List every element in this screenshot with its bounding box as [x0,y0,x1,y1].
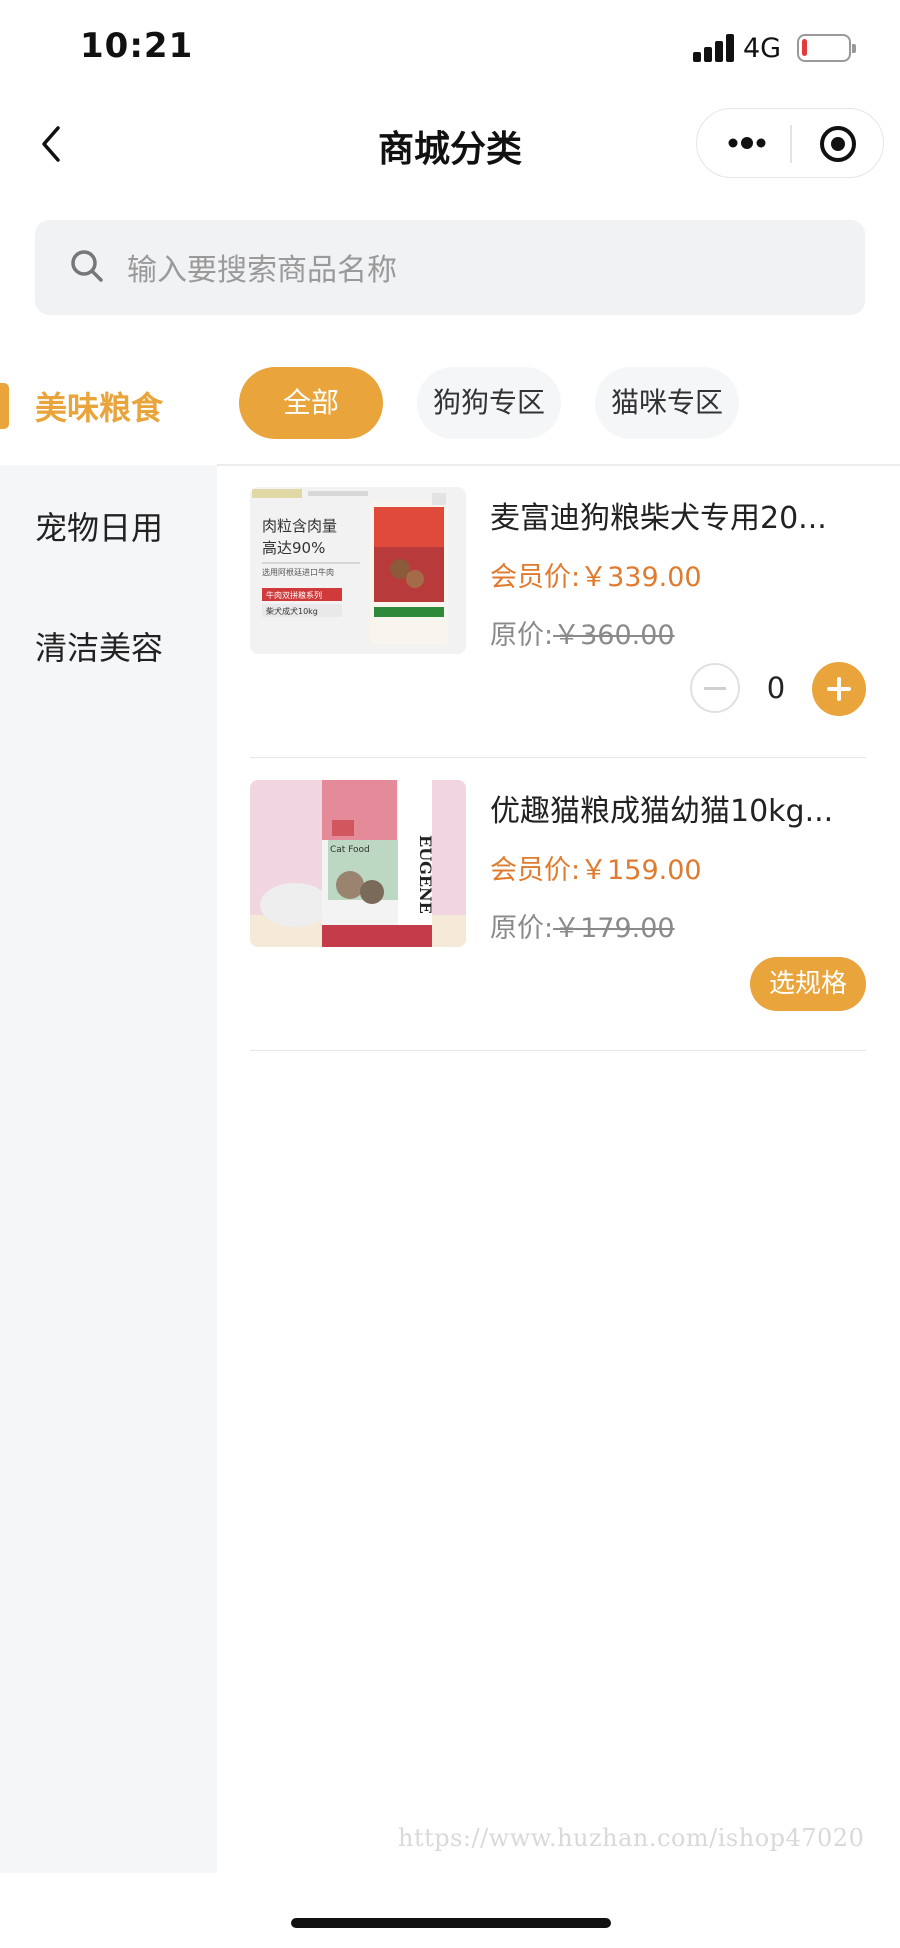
quantity-stepper: 0 [690,662,866,716]
product-image[interactable]: 肉粒含肉量 高达90% 选用阿根廷进口牛肉 牛肉双拼粮系列 柴犬成犬10kg [250,487,466,654]
capsule-divider [790,125,792,163]
member-price: 会员价:￥159.00 [490,848,702,887]
nav-bar: 商城分类 [0,100,900,190]
active-indicator [0,383,9,429]
member-price: 会员价:￥339.00 [490,555,702,594]
search-icon [67,246,107,286]
image-text-line1: 肉粒含肉量 [262,517,337,535]
sidebar-item-label: 美味粮食 [35,389,164,427]
home-indicator[interactable] [291,1918,611,1928]
sidebar-item-daily[interactable]: 宠物日用 [0,465,217,585]
sidebar-item-grooming[interactable]: 清洁美容 [0,585,217,705]
original-price-label: 原价: [490,913,554,944]
tab-dog[interactable]: 狗狗专区 [417,367,561,439]
original-price-label: 原价: [490,620,554,651]
search-placeholder: 输入要搜索商品名称 [127,253,397,288]
original-price-value: ￥179.00 [553,913,675,944]
image-tag2: 柴犬成犬10kg [266,606,318,616]
signal-icon [693,34,735,62]
member-price-label: 会员价: [490,855,581,886]
quantity-value: 0 [766,671,786,705]
category-sidebar: 美味粮食 宠物日用 清洁美容 [0,345,217,1873]
image-text-line2: 高达90% [262,539,325,557]
network-type: 4G [743,33,782,64]
status-time: 10:21 [80,26,194,66]
product-name[interactable]: 优趣猫粮成猫幼猫10kg... [490,786,866,830]
image-text-line3: 选用阿根廷进口牛肉 [262,567,334,577]
mini-program-capsule [696,108,884,178]
tab-all[interactable]: 全部 [239,367,383,439]
product-name[interactable]: 麦富迪狗粮柴犬专用20... [490,493,866,537]
original-price: 原价:￥360.00 [490,613,675,652]
member-price-label: 会员价: [490,562,581,593]
sidebar-item-food[interactable]: 美味粮食 [0,345,217,465]
more-icon[interactable] [725,131,769,155]
sub-category-tabs: 全部 狗狗专区 猫咪专区 [217,345,900,466]
battery-icon [797,34,856,62]
product-card[interactable]: 肉粒含肉量 高达90% 选用阿根廷进口牛肉 牛肉双拼粮系列 柴犬成犬10kg 麦… [250,465,866,758]
original-price: 原价:￥179.00 [490,906,675,945]
sidebar-item-label: 清洁美容 [35,629,164,667]
product-card[interactable]: EUGENE Cat Food 优趣猫粮成猫幼猫10kg... 会员价:￥159… [250,758,866,1051]
image-subtext: Cat Food [330,845,370,855]
watermark: https://www.huzhan.com/ishop47020 [398,1824,865,1852]
brand-text: EUGENE [416,835,435,914]
close-target-icon[interactable] [818,124,858,164]
select-spec-button[interactable]: 选规格 [750,957,866,1011]
tab-cat[interactable]: 猫咪专区 [595,367,739,439]
product-image[interactable]: EUGENE Cat Food [250,780,466,947]
decrease-button[interactable] [690,663,740,713]
image-tag1: 牛肉双拼粮系列 [266,590,322,600]
increase-button[interactable] [812,662,866,716]
status-bar: 10:21 4G [0,0,900,100]
sidebar-item-label: 宠物日用 [35,509,164,547]
member-price-value: ￥159.00 [580,855,702,886]
member-price-value: ￥339.00 [580,562,702,593]
product-list-area: 全部 狗狗专区 猫咪专区 肉粒含肉量 高达90% 选用阿根廷进口牛肉 牛肉双拼粮… [217,345,900,1873]
search-input[interactable]: 输入要搜索商品名称 [35,220,865,315]
original-price-value: ￥360.00 [553,620,675,651]
